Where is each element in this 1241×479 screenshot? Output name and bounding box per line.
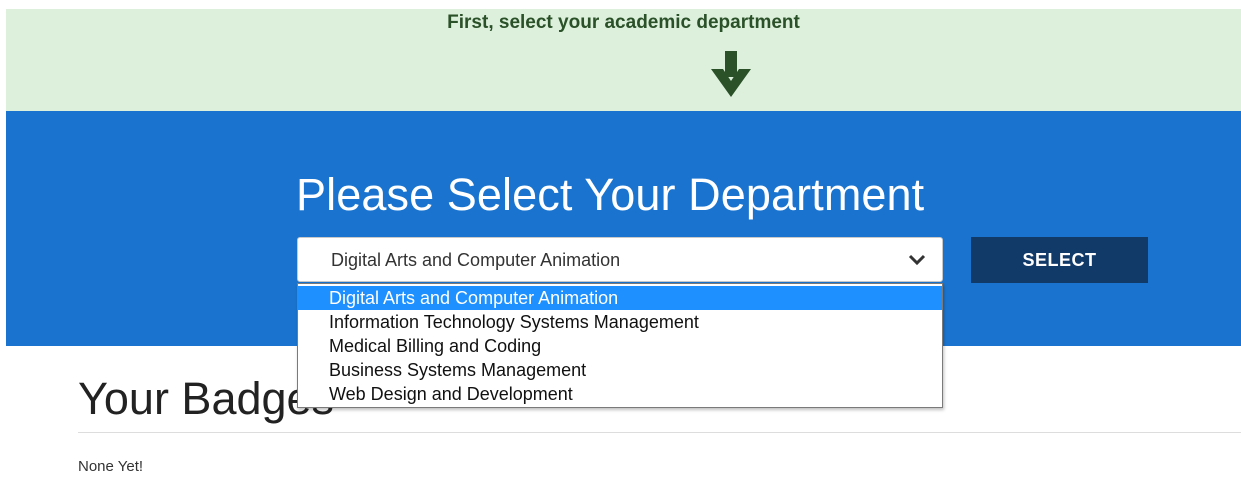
- department-dropdown-list[interactable]: Digital Arts and Computer Animation Info…: [297, 283, 943, 408]
- instruction-banner: First, select your academic department: [6, 9, 1241, 111]
- department-select[interactable]: Digital Arts and Computer Animation: [297, 237, 943, 282]
- page: First, select your academic department P…: [0, 0, 1241, 479]
- dropdown-option[interactable]: Information Technology Systems Managemen…: [298, 310, 942, 334]
- department-select-value: Digital Arts and Computer Animation: [331, 250, 621, 270]
- instruction-text: First, select your academic department: [447, 12, 800, 33]
- badges-empty-text: None Yet!: [78, 458, 144, 475]
- chevron-down-icon: [908, 254, 926, 266]
- select-button[interactable]: SELECT: [971, 237, 1148, 283]
- dropdown-option[interactable]: Business Systems Management: [298, 358, 942, 382]
- divider: [78, 432, 1241, 433]
- badges-title: Your Badges: [78, 373, 335, 424]
- dropdown-option[interactable]: Web Design and Development: [298, 382, 942, 406]
- dropdown-option[interactable]: Digital Arts and Computer Animation: [298, 286, 942, 310]
- arrow-down-icon: [711, 51, 751, 97]
- department-title: Please Select Your Department: [296, 169, 925, 220]
- dropdown-option[interactable]: Medical Billing and Coding: [298, 334, 942, 358]
